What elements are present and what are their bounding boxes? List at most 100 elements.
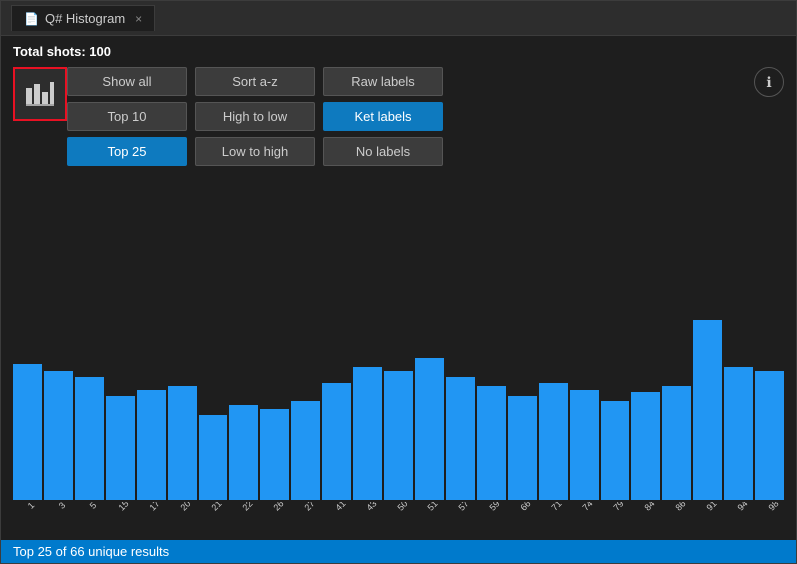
bar-wrapper [353,170,382,500]
show-all-button[interactable]: Show all [67,67,187,96]
bar-wrapper [693,170,722,500]
bar-wrapper [199,170,228,500]
bar [168,386,197,500]
bar-label: 91 [704,502,718,512]
button-groups: Show all Top 10 Top 25 Sort a-z High to … [67,67,746,166]
x-label-wrapper: 20 [168,502,197,512]
bar-label: 15 [117,502,131,512]
tab-document-icon: 📄 [24,12,39,26]
bar-wrapper [44,170,73,500]
bar-label: 5 [88,502,99,511]
x-label-wrapper: 50 [384,502,413,512]
bar [446,377,475,500]
x-label-wrapper: 21 [199,502,228,512]
bar-label: 1 [26,502,37,511]
high-to-low-button[interactable]: High to low [195,102,315,131]
x-label-wrapper: 41 [322,502,351,512]
bar-label: 21 [209,502,223,512]
bar-label: 74 [581,502,595,512]
chart-area: 13 5 15 17 20 21 22 26 27 41 43 50 51 57 59 66 71 74 79 84 8… [13,170,784,530]
tab-close-button[interactable]: × [135,12,142,26]
top-25-button[interactable]: Top 25 [67,137,187,166]
bar-wrapper [229,170,258,500]
bar-wrapper [75,170,104,500]
histogram-icon-box[interactable] [13,67,67,121]
bar [353,367,382,500]
x-label-wrapper: 43 [353,502,382,512]
bar-wrapper [322,170,351,500]
bar [662,386,691,500]
bar [508,396,537,500]
content-area: Total shots: 100 Show all Top 10 [1,36,796,538]
bar-label: 98 [766,502,780,512]
x-label-wrapper: 1 [13,502,42,512]
bar-label: 57 [457,502,471,512]
x-label-wrapper: 66 [508,502,537,512]
bar-wrapper [384,170,413,500]
bar [570,390,599,500]
x-label-wrapper: 15 [106,502,135,512]
info-button[interactable]: ℹ [754,67,784,97]
label-group: Raw labels Ket labels No labels [323,67,443,166]
raw-labels-button[interactable]: Raw labels [323,67,443,96]
bar [44,371,73,500]
bar-wrapper [137,170,166,500]
bars-container [13,170,784,500]
bar-wrapper [570,170,599,500]
bar-wrapper [631,170,660,500]
tab-histogram[interactable]: 📄 Q# Histogram × [11,5,155,31]
bar-wrapper [446,170,475,500]
bar [291,401,320,500]
bar-label: 17 [148,502,162,512]
x-label-wrapper: 71 [539,502,568,512]
bar-wrapper [291,170,320,500]
x-label-wrapper: 59 [477,502,506,512]
bar [477,386,506,500]
bar [631,392,660,500]
bar-wrapper [508,170,537,500]
bar [755,371,784,500]
bar [724,367,753,500]
bar [137,390,166,500]
x-label-wrapper: 27 [291,502,320,512]
bar [384,371,413,500]
bar-label: 84 [642,502,656,512]
bar-label: 59 [488,502,502,512]
bar-label: 26 [271,502,285,512]
x-label-wrapper: 3 [44,502,73,512]
bar-label: 41 [333,502,347,512]
x-label-wrapper: 91 [693,502,722,512]
x-labels: 13 5 15 17 20 21 22 26 27 41 43 50 51 57 59 66 71 74 79 84 8… [13,502,784,530]
bar [322,383,351,500]
ket-labels-button[interactable]: Ket labels [323,102,443,131]
x-label-wrapper: 17 [137,502,166,512]
bar-wrapper [13,170,42,500]
bar-label: 50 [395,502,409,512]
bar-wrapper [539,170,568,500]
x-label-wrapper: 86 [662,502,691,512]
top-10-button[interactable]: Top 10 [67,102,187,131]
bar [693,320,722,500]
bar-wrapper [755,170,784,500]
main-window: 📄 Q# Histogram × Total shots: 100 [0,0,797,564]
bar [539,383,568,500]
x-label-wrapper: 5 [75,502,104,512]
x-label-wrapper: 51 [415,502,444,512]
sort-az-button[interactable]: Sort a-z [195,67,315,96]
bar [75,377,104,500]
bar-wrapper [168,170,197,500]
x-label-wrapper: 79 [601,502,630,512]
bar [601,401,630,500]
bar [229,405,258,500]
titlebar: 📄 Q# Histogram × [1,1,796,36]
histogram-icon [24,78,56,110]
bar-label: 22 [240,502,254,512]
bar-label: 66 [519,502,533,512]
bar-wrapper [601,170,630,500]
no-labels-button[interactable]: No labels [323,137,443,166]
low-to-high-button[interactable]: Low to high [195,137,315,166]
bar [106,396,135,500]
bar-label: 86 [673,502,687,512]
x-label-wrapper: 26 [260,502,289,512]
status-text: Top 25 of 66 unique results [13,544,169,559]
